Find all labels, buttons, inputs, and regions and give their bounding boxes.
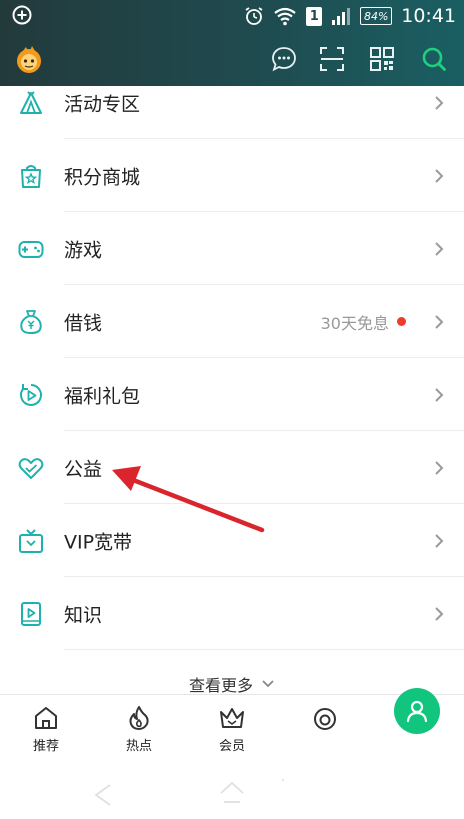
status-right: 1 84% 10:41	[244, 3, 456, 29]
menu-item-points-mall[interactable]: 积分商城	[0, 139, 464, 212]
play-circle-icon	[20, 383, 42, 406]
money-bag-icon	[20, 309, 42, 334]
red-dot-badge	[397, 317, 406, 326]
book-play-icon	[21, 601, 41, 626]
back-icon[interactable]	[92, 782, 114, 808]
menu-item-label: 公益	[64, 458, 103, 480]
status-time: 10:41	[401, 5, 456, 27]
nav-tab-recommend[interactable]: 推荐	[16, 705, 76, 760]
menu-item-vip-broadband[interactable]: VIP宽带	[0, 504, 464, 577]
heart-icon	[18, 457, 44, 479]
menu-item-borrow[interactable]: 借钱 30天免息	[0, 285, 464, 358]
crown-icon	[220, 708, 244, 728]
home-button-icon[interactable]	[218, 780, 246, 806]
menu-item-knowledge[interactable]: 知识	[0, 577, 464, 650]
chevron-right-icon	[435, 241, 444, 256]
menu-item-welfare-gift[interactable]: 福利礼包	[0, 358, 464, 431]
chevron-right-icon	[435, 533, 444, 548]
circle-icon	[314, 708, 336, 730]
menu-item-games[interactable]: 游戏	[0, 212, 464, 285]
chevron-right-icon	[435, 460, 444, 475]
profile-fab-button[interactable]	[394, 688, 440, 734]
nav-tab-label: 热点	[125, 739, 152, 754]
menu-item-label: 游戏	[64, 239, 103, 261]
menu-item-label: 福利礼包	[64, 385, 141, 407]
battery-indicator: 84%	[360, 7, 393, 25]
menu-list: 活动专区 积分商城 游戏 借钱 30天免息 福利礼包 公益 VIP宽带 知识	[0, 66, 464, 650]
chevron-down-icon	[262, 680, 274, 688]
chevron-right-icon	[435, 314, 444, 329]
nav-tab-label: 会员	[218, 739, 245, 754]
add-circle-icon	[12, 5, 32, 25]
chevron-right-icon	[435, 168, 444, 183]
gamepad-icon	[18, 240, 44, 258]
menu-item-label: 活动专区	[64, 93, 141, 115]
menu-item-charity[interactable]: 公益	[0, 431, 464, 504]
tv-icon	[19, 528, 43, 553]
view-more-label: 查看更多	[188, 676, 253, 695]
nav-tab-hot[interactable]: 热点	[109, 705, 169, 760]
chevron-right-icon	[435, 387, 444, 402]
flame-icon	[129, 706, 149, 730]
menu-item-activity[interactable]: 活动专区	[0, 66, 464, 139]
home-icon	[35, 707, 57, 729]
menu-item-label: 积分商城	[64, 166, 141, 188]
promo-note: 30天免息	[321, 310, 406, 334]
chevron-right-icon	[435, 95, 444, 110]
menu-item-label: VIP宽带	[64, 531, 133, 553]
nav-tab-circle[interactable]	[295, 705, 355, 760]
chevron-right-icon	[435, 606, 444, 621]
nav-tab-vip[interactable]: 会员	[202, 705, 262, 760]
system-nav-bar	[0, 762, 464, 819]
wifi-icon	[274, 7, 296, 26]
alarm-icon	[245, 7, 263, 25]
recent-apps-icon[interactable]	[280, 776, 286, 784]
nav-tab-label: 推荐	[32, 739, 59, 754]
promo-note-text: 30天免息	[320, 313, 389, 333]
shopping-bag-icon	[21, 164, 41, 188]
divider	[64, 649, 464, 650]
status-bar: 1 84% 10:41	[0, 0, 464, 32]
menu-item-label: 知识	[64, 604, 103, 626]
signal-icon	[332, 8, 351, 25]
menu-item-label: 借钱	[64, 312, 103, 334]
tent-icon	[20, 90, 42, 114]
user-icon	[406, 700, 428, 723]
sim-badge: 1	[306, 6, 323, 26]
